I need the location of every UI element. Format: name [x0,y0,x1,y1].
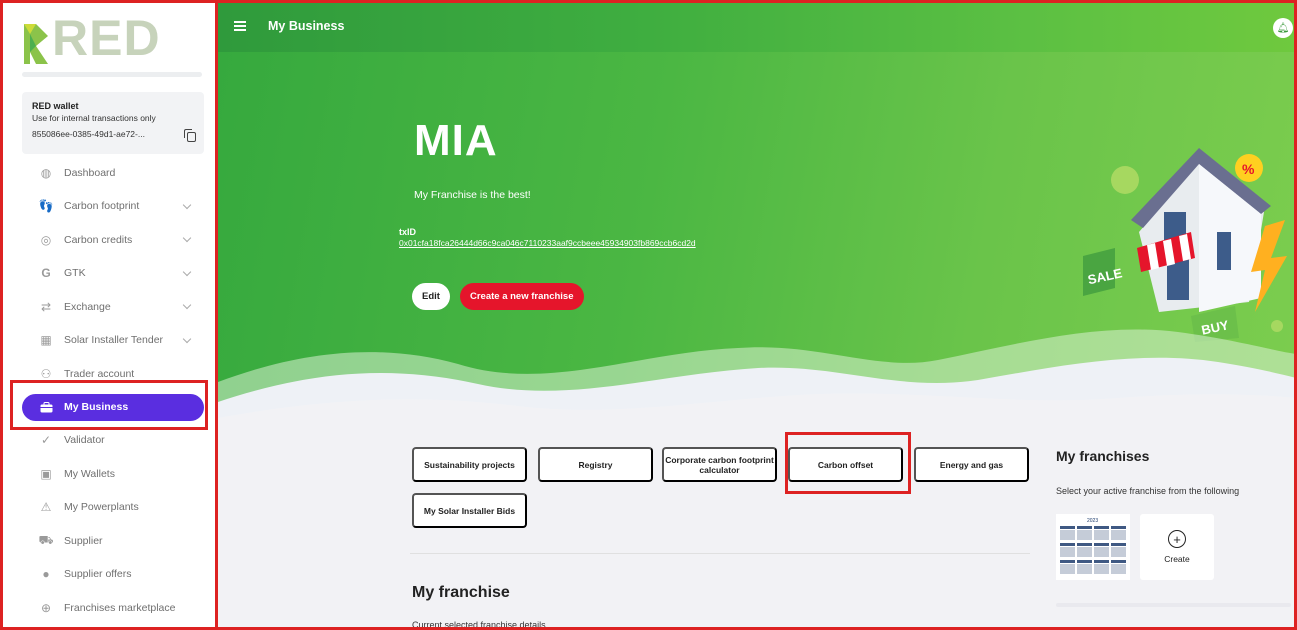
sidebar-item-dashboard[interactable]: ◍ Dashboard [22,156,204,190]
category-sustainability-projects[interactable]: Sustainability projects [412,447,527,482]
franchise-hero: MIA My Franchise is the best! txID 0x01c… [218,52,1297,430]
sidebar-item-carbon-credits[interactable]: ◎ Carbon credits [22,223,204,257]
logo-divider [22,72,202,77]
plus-circle-icon: + [1168,530,1186,548]
create-franchise-card[interactable]: + Create [1140,514,1214,580]
sidebar-item-supplier[interactable]: ⛟ Supplier [22,524,204,558]
business-content: Sustainability projects Registry Corpora… [218,430,1297,630]
footprint-icon: 👣 [38,199,54,214]
trader-icon: ⚇ [40,366,52,381]
franchise-name: MIA [414,116,498,165]
sidebar-nav: ◍ Dashboard 👣 Carbon footprint ◎ Carbon … [22,156,204,625]
sidebar-item-my-wallets[interactable]: ▣ My Wallets [22,457,204,491]
sidebar-item-carbon-footprint[interactable]: 👣 Carbon footprint [22,190,204,224]
top-app-bar: My Business 🔔︎ [218,0,1297,52]
txid-label: txID [399,227,417,237]
gtk-icon: G [41,266,51,281]
my-franchises-subtitle: Select your active franchise from the fo… [1056,486,1240,496]
chevron-down-icon [182,200,192,209]
sidebar-item-trader-account[interactable]: ⚇ Trader account [22,357,204,391]
solar-icon: ▦ [40,333,52,348]
section-divider [410,553,1030,554]
sidebar-item-franchises-marketplace[interactable]: ⊕ Franchises marketplace [22,591,204,625]
wallet-title: RED wallet [32,101,79,111]
my-franchise-title: My franchise [412,584,510,601]
sidebar-item-label: Supplier [64,534,103,547]
franchise-tagline: My Franchise is the best! [414,189,531,201]
sidebar-item-label: Dashboard [64,166,116,179]
my-franchises-title: My franchises [1056,448,1150,464]
sidebar-item-label: Carbon credits [64,233,133,246]
sidebar: RED RED wallet Use for internal transact… [0,0,218,630]
dashboard-icon: ◍ [40,165,52,180]
sidebar-item-my-business[interactable]: My Business [22,393,204,421]
my-franchises-divider [1056,603,1291,607]
thumb-year: 2023 [1087,518,1098,524]
create-label: Create [1164,554,1190,564]
sidebar-item-label: Exchange [64,300,111,313]
category-my-solar-installer-bids[interactable]: My Solar Installer Bids [412,493,527,528]
txid-link[interactable]: 0x01cfa18fca26444d66c9ca046c7110233aaf9c… [399,238,696,248]
offers-icon: ● [42,567,50,582]
sidebar-item-gtk[interactable]: G GTK [22,257,204,291]
exchange-icon: ⇄ [40,299,52,314]
sidebar-item-my-powerplants[interactable]: ⚠ My Powerplants [22,491,204,525]
chevron-down-icon [182,267,192,276]
my-franchise-subtitle: Current selected franchise details [412,620,546,630]
sidebar-item-exchange[interactable]: ⇄ Exchange [22,290,204,324]
hero-waves [218,329,1297,430]
sidebar-item-label: My Powerplants [64,501,139,514]
copy-icon[interactable] [184,129,196,142]
sidebar-item-label: Franchises marketplace [64,601,176,614]
category-carbon-offset[interactable]: Carbon offset [788,447,903,482]
wallet-icon: ▣ [40,466,52,481]
sidebar-item-validator[interactable]: ✓ Validator [22,424,204,458]
sidebar-item-solar-installer-tender[interactable]: ▦ Solar Installer Tender [22,324,204,358]
briefcase-icon [38,399,54,415]
chevron-down-icon [182,334,192,343]
percent-text: % [1242,161,1255,177]
chevron-down-icon [182,300,192,310]
category-energy-and-gas[interactable]: Energy and gas [914,447,1029,482]
sidebar-item-label: Carbon footprint [64,200,140,213]
sidebar-item-label: Supplier offers [64,568,132,581]
marketplace-icon: ⊕ [40,600,52,615]
sidebar-item-label: My Wallets [64,467,115,480]
sidebar-item-label: Solar Installer Tender [64,334,164,347]
red-wallet-card: RED wallet Use for internal transactions… [22,92,204,154]
truck-icon: ⛟ [38,532,54,547]
page-title: My Business [268,19,345,33]
sidebar-item-label: My Business [64,401,129,413]
wallet-address: 855086ee-0385-49d1-ae72-... [32,129,145,139]
category-registry[interactable]: Registry [538,447,653,482]
calendar-thumbnail-icon: 2023 [1056,514,1130,580]
franchise-thumbnail[interactable]: 2023 [1056,514,1130,580]
sidebar-item-label: Trader account [64,367,135,380]
chevron-down-icon [182,233,192,243]
logo-text: RED [52,10,161,66]
sidebar-item-supplier-offers[interactable]: ● Supplier offers [22,558,204,592]
sidebar-item-label: Validator [64,434,105,447]
sidebar-item-label: GTK [64,267,86,280]
check-icon: ✓ [40,433,52,448]
wallet-subtitle: Use for internal transactions only [32,113,156,123]
red-logo[interactable]: RED [22,13,160,66]
credits-icon: ◎ [40,232,52,247]
powerplant-icon: ⚠ [40,500,52,515]
notification-bell-icon[interactable]: 🔔︎ [1273,18,1293,38]
category-corporate-carbon-footprint-calculator[interactable]: Corporate carbon footprint calculator [662,447,777,482]
menu-icon[interactable] [234,21,246,31]
